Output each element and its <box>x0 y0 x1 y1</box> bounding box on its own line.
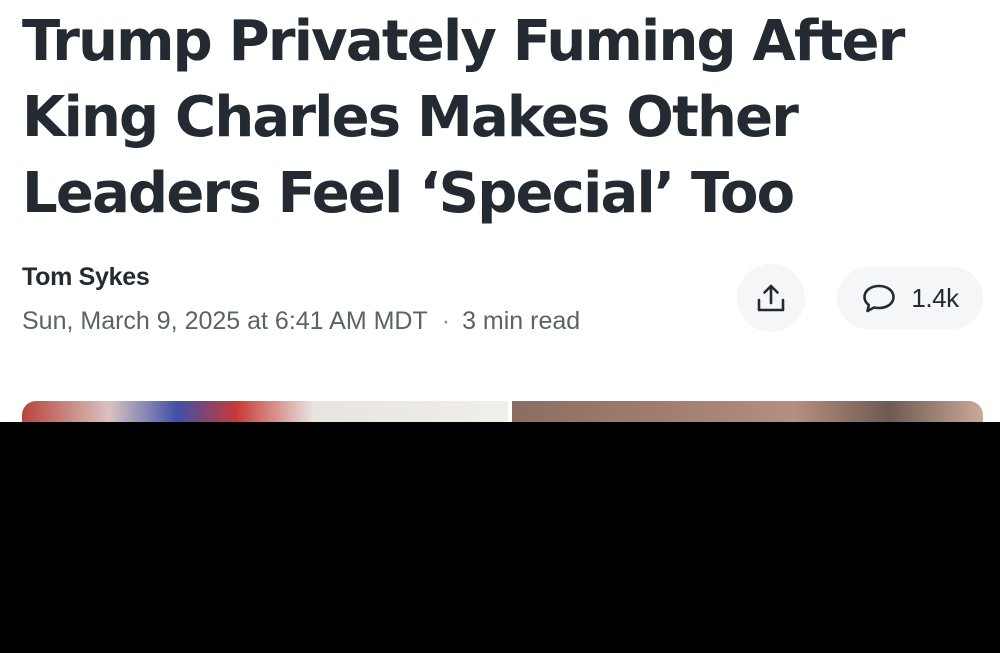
article-title: Trump Privately Fuming After King Charle… <box>22 9 905 226</box>
read-time: 3 min read <box>462 307 581 335</box>
publish-date: Sun, March 9, 2025 at 6:41 AM MDT <box>22 307 428 335</box>
comment-count: 1.4k <box>911 282 959 313</box>
share-button[interactable] <box>737 264 805 332</box>
author-name[interactable]: Tom Sykes <box>22 262 580 292</box>
article-meta: Sun, March 9, 2025 at 6:41 AM MDT · 3 min … <box>22 306 580 336</box>
meta-separator: · <box>441 307 451 335</box>
comment-bubble-icon <box>863 284 896 313</box>
comments-button[interactable]: 1.4k <box>837 267 983 329</box>
byline: Tom Sykes Sun, March 9, 2025 at 6:41 AM … <box>22 262 580 336</box>
black-overlay <box>0 422 1000 653</box>
share-icon <box>757 284 785 312</box>
